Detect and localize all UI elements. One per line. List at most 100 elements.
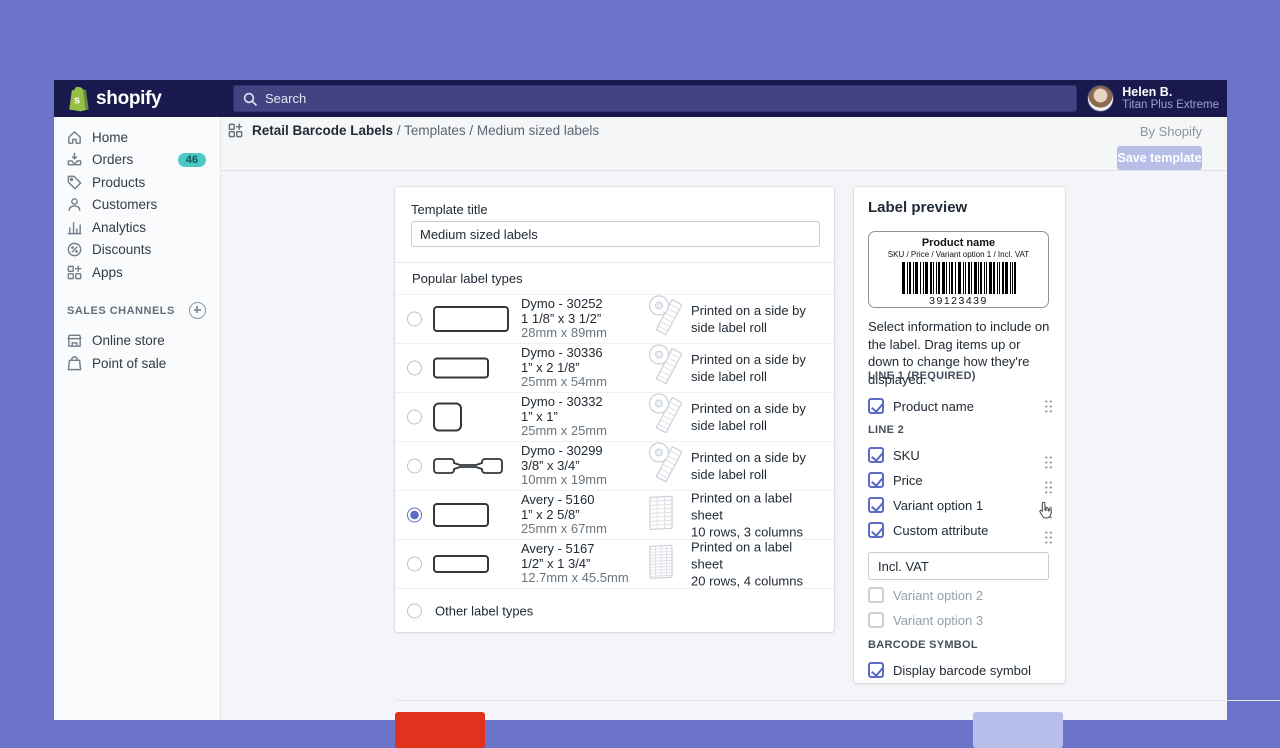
sidebar-item-label: Analytics [92,220,146,235]
sidebar-item-point-of-sale[interactable]: Point of sale [54,352,220,375]
shopify-bag-icon: s [67,86,90,112]
sidebar: Home Orders 46 Products Customers Analyt… [54,117,221,720]
label-size-inches: 1/2” x 1 3/4” [521,557,629,572]
analytics-icon [66,219,83,236]
option-price[interactable]: Price [868,471,1053,489]
apps-icon [66,264,83,281]
sidebar-item-label: Customers [92,197,157,212]
breadcrumb-path: / Templates / Medium sized labels [393,123,599,138]
save-template-button-header[interactable]: Save template [1117,146,1202,170]
checkbox[interactable] [868,612,884,628]
shopify-admin-window: s shopify Search Helen B. Titan Plus Ext… [54,80,1227,720]
label-type-name: Dymo - 30332 [521,395,607,410]
sidebar-item-apps[interactable]: Apps [54,261,220,284]
print-detail: 20 rows, 4 columns [691,573,825,590]
option-product-name[interactable]: Product name [868,397,1053,415]
label-type-row-avery-5167[interactable]: Avery - 5167 1/2” x 1 3/4” 12.7mm x 45.5… [395,539,834,588]
line2-heading: LINE 2 [868,424,904,436]
label-type-row-dymo-30332[interactable]: Dymo - 30332 1” x 1” 25mm x 25mm Printed… [395,392,834,441]
print-description: Printed on a side by side label roll [691,450,806,482]
sidebar-item-orders[interactable]: Orders 46 [54,149,220,172]
sidebar-item-analytics[interactable]: Analytics [54,216,220,239]
option-variant-option-3[interactable]: Variant option 3 [868,611,1053,629]
drag-handle-icon[interactable] [1044,530,1053,544]
drag-handle-icon[interactable] [1044,505,1053,519]
template-title-input[interactable] [411,221,820,247]
search-placeholder: Search [265,91,306,106]
label-type-row-dymo-30252[interactable]: Dymo - 30252 1 1/8” x 3 1/2” 28mm x 89mm… [395,294,834,343]
drag-handle-icon[interactable] [1044,480,1053,494]
option-display-barcode-symbol[interactable]: Display barcode symbol [868,661,1053,679]
breadcrumb: Retail Barcode Labels / Templates / Medi… [227,122,599,139]
checkbox[interactable] [868,587,884,603]
radio-button[interactable] [407,459,422,474]
orders-icon [66,151,83,168]
checkbox[interactable] [868,447,884,463]
checkbox[interactable] [868,522,884,538]
checkbox[interactable] [868,472,884,488]
label-type-row-other[interactable]: Other label types [395,588,834,632]
label-size-inches: 1” x 2 1/8” [521,361,607,376]
checkbox[interactable] [868,398,884,414]
label-roll-icon [648,393,682,442]
drag-handle-icon[interactable] [1044,455,1053,469]
tag-icon [66,174,83,191]
print-description: Printed on a side by side label roll [691,352,806,384]
radio-button[interactable] [407,603,422,618]
popular-label-types-heading: Popular label types [412,271,523,286]
label-shape-preview [433,306,509,332]
label-shape-preview [433,358,489,379]
drag-handle-icon[interactable] [1044,399,1053,413]
label-type-name: Dymo - 30252 [521,297,607,312]
label-preview-panel: Label preview Product name SKU / Price /… [854,187,1065,683]
option-sku[interactable]: SKU [868,446,1053,464]
footer-divider [395,700,1280,701]
radio-button[interactable] [407,312,422,327]
checkbox[interactable] [868,662,884,678]
label-type-list: Dymo - 30252 1 1/8” x 3 1/2” 28mm x 89mm… [395,294,834,632]
delete-template-button[interactable] [395,712,485,748]
radio-button[interactable] [407,508,422,523]
sidebar-item-online-store[interactable]: Online store [54,330,220,353]
sidebar-item-home[interactable]: Home [54,126,220,149]
sidebar-item-label: Point of sale [92,356,166,371]
shopify-wordmark: shopify [96,88,161,110]
label-sheet-icon [648,494,674,537]
custom-attribute-input[interactable] [868,552,1049,580]
label-size-mm: 10mm x 19mm [521,473,607,488]
print-description: Printed on a label sheet [691,540,792,572]
label-type-name: Dymo - 30336 [521,346,607,361]
label-type-row-dymo-30336[interactable]: Dymo - 30336 1” x 2 1/8” 25mm x 54mm Pri… [395,343,834,392]
option-variant-option-1[interactable]: Variant option 1 [868,496,1053,514]
label-size-inches: 1” x 1” [521,410,607,425]
label-type-row-dymo-30299[interactable]: Dymo - 30299 3/8” x 3/4” 10mm x 19mm Pri… [395,441,834,490]
breadcrumb-app-title[interactable]: Retail Barcode Labels [252,123,393,138]
sidebar-item-customers[interactable]: Customers [54,194,220,217]
search-icon [243,92,257,106]
sidebar-item-label: Discounts [92,242,151,257]
template-card: Template title Popular label types Dymo … [395,187,834,632]
discounts-icon [66,241,83,258]
radio-button[interactable] [407,557,422,572]
sidebar-item-products[interactable]: Products [54,171,220,194]
checkbox[interactable] [868,497,884,513]
sidebar-item-discounts[interactable]: Discounts [54,239,220,262]
add-sales-channel-button[interactable] [189,302,206,319]
user-menu[interactable]: Helen B. Titan Plus Extreme [1087,80,1219,117]
search-input[interactable]: Search [233,85,1077,112]
label-type-name: Avery - 5160 [521,493,607,508]
sidebar-item-label: Orders [92,152,133,167]
user-name: Helen B. [1122,85,1219,99]
print-description: Printed on a side by side label roll [691,401,806,433]
label-size-mm: 25mm x 25mm [521,424,607,439]
shopify-logo[interactable]: s shopify [67,80,161,117]
label-size-mm: 25mm x 67mm [521,522,607,537]
option-custom-attribute[interactable]: Custom attribute [868,521,1053,539]
radio-button[interactable] [407,410,422,425]
option-variant-option-2[interactable]: Variant option 2 [868,586,1053,604]
label-type-row-avery-5160[interactable]: Avery - 5160 1” x 2 5/8” 25mm x 67mm Pri… [395,490,834,539]
label-preview-sample: Product name SKU / Price / Variant optio… [868,231,1049,308]
sales-channels-heading: SALES CHANNELS [67,305,175,317]
save-template-button-footer[interactable] [973,712,1063,748]
radio-button[interactable] [407,361,422,376]
